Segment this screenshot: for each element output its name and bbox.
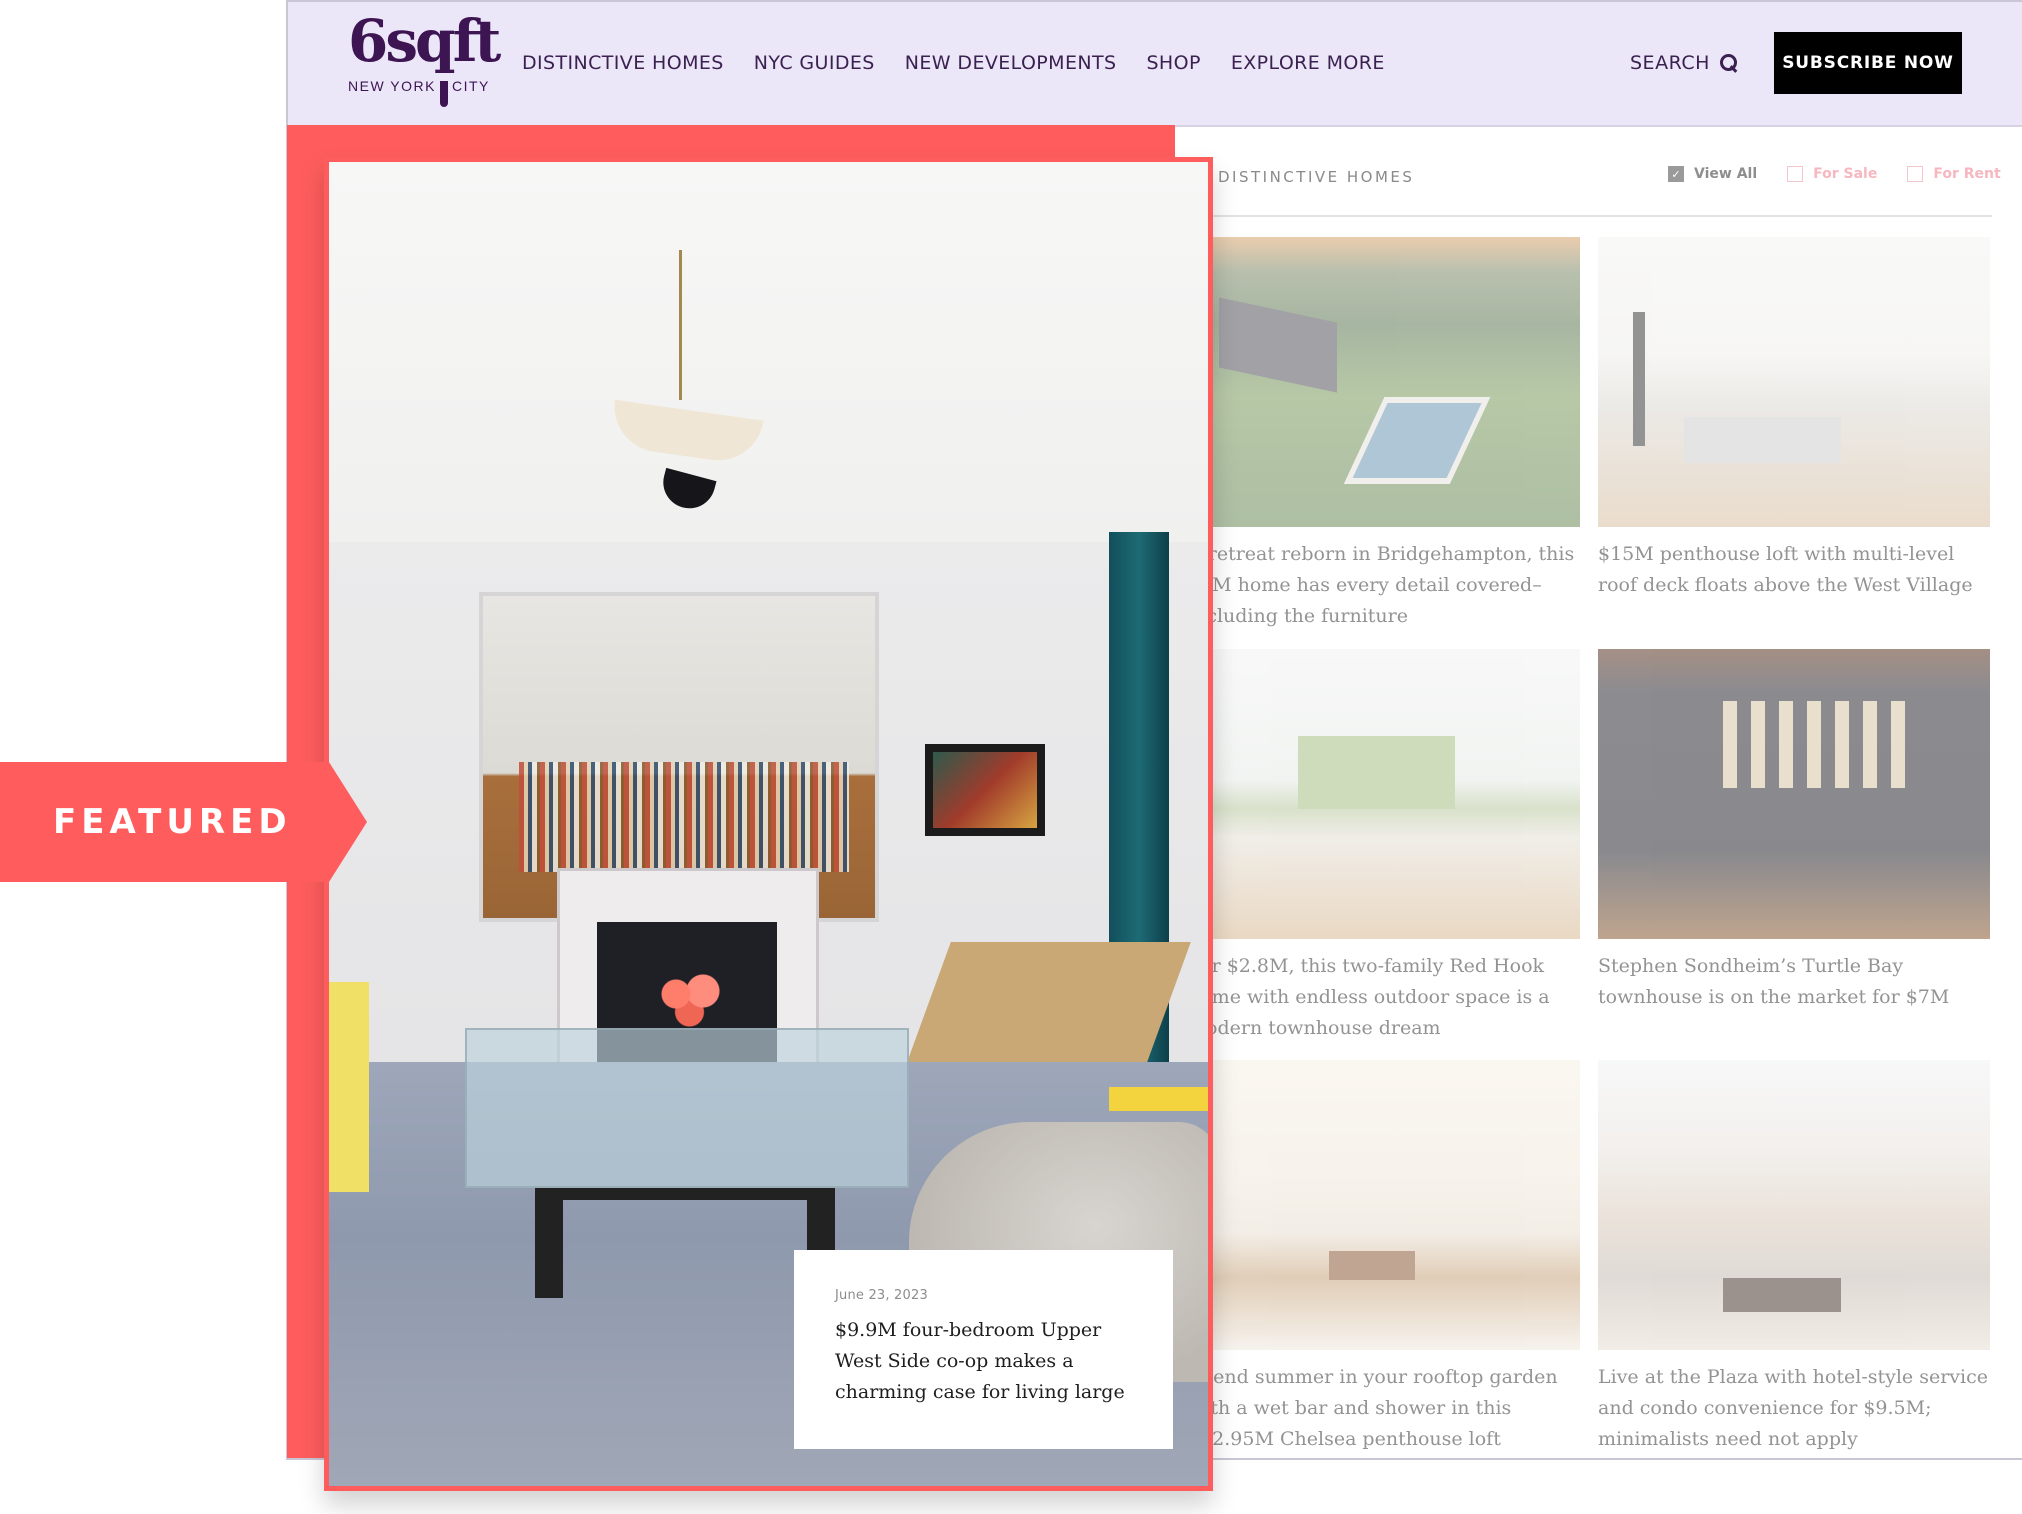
checkbox-icon[interactable] — [1787, 166, 1804, 182]
filter-label: For Sale — [1813, 166, 1878, 182]
listing-caption[interactable]: A retreat reborn in Bridgehampton, this … — [1188, 539, 1580, 632]
listing-image[interactable] — [1598, 1060, 1990, 1350]
search-icon — [1719, 54, 1738, 72]
listing-card[interactable]: Spend summer in your rooftop garden with… — [1188, 1060, 1580, 1455]
featured-tag: FEATURED — [0, 762, 367, 882]
scene-pendant-rod — [679, 250, 682, 400]
section-title: DISTINCTIVE HOMES — [1218, 168, 1415, 186]
section-divider — [1188, 215, 1992, 217]
listing-card[interactable]: Stephen Sondheim’s Turtle Bay townhouse … — [1598, 649, 1990, 1013]
listing-image[interactable] — [1598, 237, 1990, 527]
listing-card[interactable]: Live at the Plaza with hotel-style servi… — [1598, 1060, 1990, 1455]
listing-image[interactable] — [1598, 649, 1990, 939]
filter-label: For Rent — [1933, 166, 2001, 182]
listing-filters: ✓ View All For Sale For Rent — [1668, 166, 2001, 182]
logo-tagline-left: NEW YORK — [348, 78, 436, 94]
scene-sofa — [329, 982, 369, 1192]
logo-wordmark: 6sqft — [348, 7, 501, 75]
listing-card[interactable]: A retreat reborn in Bridgehampton, this … — [1188, 237, 1580, 632]
listing-caption[interactable]: Spend summer in your rooftop garden with… — [1188, 1362, 1580, 1455]
search-label: SEARCH — [1630, 52, 1710, 74]
nav-distinctive-homes[interactable]: DISTINCTIVE HOMES — [522, 52, 724, 74]
featured-caption-box[interactable]: June 23, 2023 $9.9M four-bedroom Upper W… — [794, 1250, 1173, 1449]
listing-caption[interactable]: Live at the Plaza with hotel-style servi… — [1598, 1362, 1990, 1455]
listing-caption[interactable]: Stephen Sondheim’s Turtle Bay townhouse … — [1598, 951, 1990, 1013]
search-button[interactable]: SEARCH — [1630, 52, 1738, 74]
scene-side-table — [1109, 1087, 1208, 1111]
nav-explore-more[interactable]: EXPLORE MORE — [1231, 52, 1385, 74]
filter-for-rent[interactable]: For Rent — [1907, 166, 2001, 182]
scene-table-base — [535, 1188, 835, 1298]
site-logo[interactable]: 6sqft NEW YORK CITY — [348, 12, 501, 110]
listing-image[interactable] — [1188, 649, 1580, 939]
listing-card[interactable]: For $2.8M, this two-family Red Hook home… — [1188, 649, 1580, 1044]
filter-view-all[interactable]: ✓ View All — [1668, 166, 1757, 182]
scene-ceiling — [329, 162, 1208, 542]
nav-shop[interactable]: SHOP — [1146, 52, 1200, 74]
logo-tagline-right: CITY — [451, 78, 490, 94]
scene-lounge-chair — [907, 942, 1191, 1062]
listing-image[interactable] — [1188, 237, 1580, 527]
nav-nyc-guides[interactable]: NYC GUIDES — [754, 52, 875, 74]
logo-tagline: NEW YORK CITY — [348, 78, 490, 107]
listing-image[interactable] — [1188, 1060, 1580, 1350]
scene-glass-table — [465, 1028, 909, 1188]
logo-descender — [439, 81, 448, 107]
subscribe-button[interactable]: SUBSCRIBE NOW — [1774, 32, 1962, 94]
filter-label: View All — [1694, 166, 1758, 182]
scene-bookshelf — [519, 762, 849, 872]
main-nav: DISTINCTIVE HOMES NYC GUIDES NEW DEVELOP… — [522, 52, 1385, 74]
featured-tag-label: FEATURED — [53, 802, 292, 842]
checkbox-checked-icon[interactable]: ✓ — [1668, 166, 1684, 182]
listing-caption[interactable]: For $2.8M, this two-family Red Hook home… — [1188, 951, 1580, 1044]
listing-card[interactable]: $15M penthouse loft with multi-level roo… — [1598, 237, 1990, 601]
featured-article-card[interactable]: June 23, 2023 $9.9M four-bedroom Upper W… — [324, 157, 1213, 1491]
nav-new-developments[interactable]: NEW DEVELOPMENTS — [905, 52, 1117, 74]
scene-painting — [925, 744, 1045, 836]
filter-for-sale[interactable]: For Sale — [1787, 166, 1877, 182]
checkbox-icon[interactable] — [1907, 166, 1924, 182]
listing-caption[interactable]: $15M penthouse loft with multi-level roo… — [1598, 539, 1990, 601]
scene-flowers — [649, 970, 739, 1030]
site-header: 6sqft NEW YORK CITY DISTINCTIVE HOMES NYC… — [288, 2, 2022, 127]
featured-title[interactable]: $9.9M four-bedroom Upper West Side co-op… — [835, 1315, 1133, 1408]
featured-date: June 23, 2023 — [835, 1288, 928, 1303]
